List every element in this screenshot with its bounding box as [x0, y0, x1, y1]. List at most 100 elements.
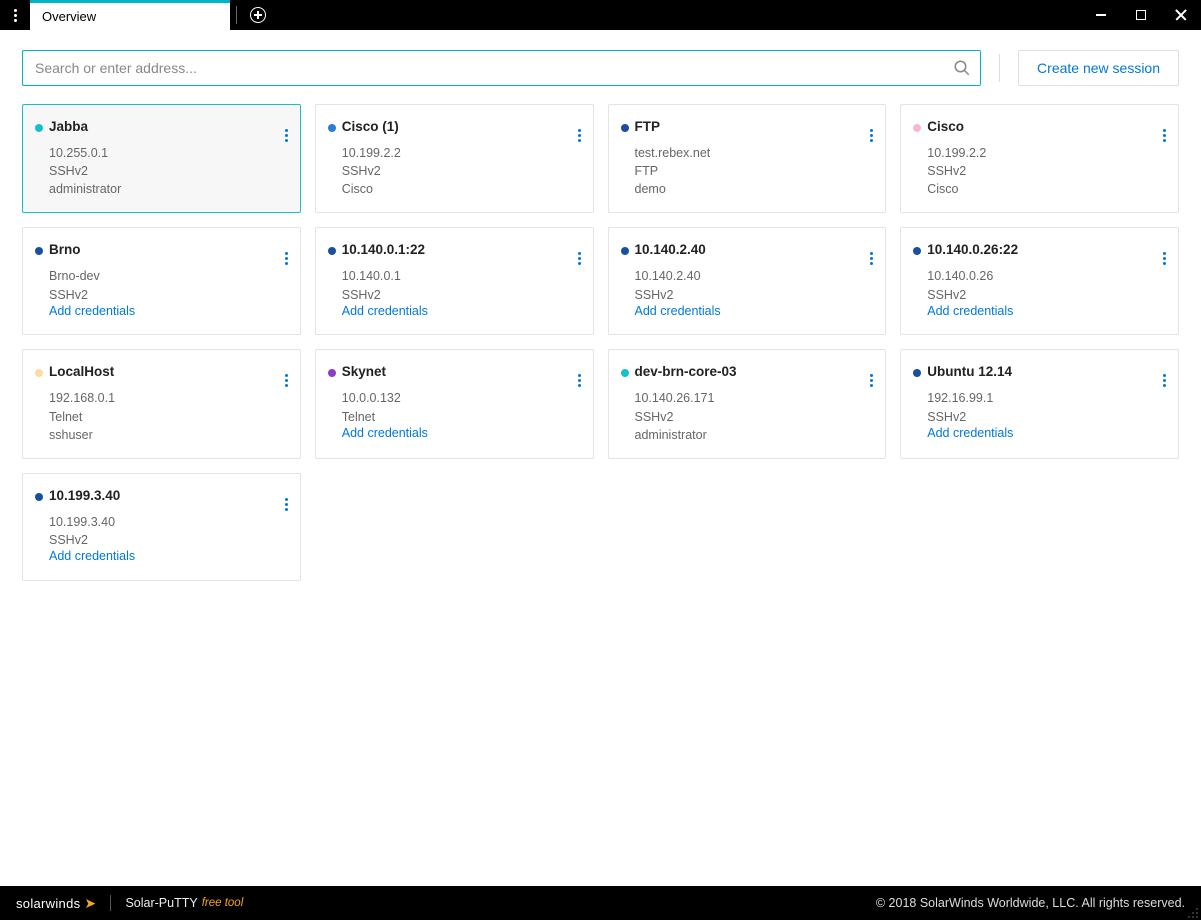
- session-grid: Jabba10.255.0.1SSHv2administratorCisco (…: [22, 104, 1179, 581]
- card-more-button[interactable]: [283, 117, 290, 144]
- session-detail-line: SSHv2: [49, 162, 284, 180]
- card-more-button[interactable]: [1161, 362, 1168, 389]
- add-credentials-link[interactable]: Add credentials: [927, 426, 1162, 440]
- close-icon: [1175, 9, 1187, 21]
- session-detail-line: 10.199.3.40: [49, 513, 284, 531]
- session-detail-line: SSHv2: [342, 286, 577, 304]
- session-detail-line: 10.199.2.2: [927, 144, 1162, 162]
- card-more-button[interactable]: [1161, 240, 1168, 267]
- session-detail-line: SSHv2: [342, 162, 577, 180]
- status-dot: [621, 247, 629, 255]
- session-detail-line: Telnet: [342, 408, 577, 426]
- create-new-session-button[interactable]: Create new session: [1018, 50, 1179, 86]
- titlebar: Overview: [0, 0, 1201, 30]
- session-detail-line: 10.140.0.1: [342, 267, 577, 285]
- status-dot: [35, 124, 43, 132]
- vertical-dots-icon: [285, 498, 288, 511]
- session-detail-line: Cisco: [927, 180, 1162, 198]
- session-card[interactable]: BrnoBrno-devSSHv2Add credentials: [22, 227, 301, 335]
- copyright-text: © 2018 SolarWinds Worldwide, LLC. All ri…: [876, 896, 1185, 910]
- close-button[interactable]: [1161, 0, 1201, 30]
- footer-separator: [110, 895, 111, 911]
- add-credentials-link[interactable]: Add credentials: [342, 426, 577, 440]
- card-more-button[interactable]: [868, 362, 875, 389]
- card-more-button[interactable]: [868, 117, 875, 144]
- search-input[interactable]: [22, 50, 981, 86]
- session-name: Skynet: [342, 364, 577, 379]
- add-tab-button[interactable]: [243, 0, 273, 30]
- session-card[interactable]: Skynet 10.0.0.132TelnetAdd credentials: [315, 349, 594, 458]
- maximize-button[interactable]: [1121, 0, 1161, 30]
- footer: solarwinds ➤ Solar-PuTTY free tool © 201…: [0, 886, 1201, 920]
- session-card[interactable]: Cisco (1)10.199.2.2SSHv2Cisco: [315, 104, 594, 213]
- session-detail-line: 10.199.2.2: [342, 144, 577, 162]
- session-card[interactable]: 10.140.0.26:2210.140.0.26SSHv2Add creden…: [900, 227, 1179, 335]
- top-row: Create new session: [22, 50, 1179, 86]
- status-dot: [913, 247, 921, 255]
- product-tag: free tool: [202, 897, 244, 909]
- status-dot: [913, 369, 921, 377]
- card-more-button[interactable]: [283, 240, 290, 267]
- status-dot: [328, 124, 336, 132]
- session-name: Ubuntu 12.14: [927, 364, 1162, 379]
- status-dot: [621, 369, 629, 377]
- session-detail-line: sshuser: [49, 426, 284, 444]
- tab-overview[interactable]: Overview: [30, 0, 230, 30]
- session-detail-line: 10.140.2.40: [635, 267, 870, 285]
- card-more-button[interactable]: [868, 240, 875, 267]
- session-detail-line: 10.255.0.1: [49, 144, 284, 162]
- add-credentials-link[interactable]: Add credentials: [49, 304, 284, 318]
- session-card[interactable]: 10.140.0.1:2210.140.0.1SSHv2Add credenti…: [315, 227, 594, 335]
- session-card[interactable]: Jabba 10.255.0.1SSHv2administrator: [22, 104, 301, 213]
- session-card[interactable]: Ubuntu 12.14192.16.99.1SSHv2Add credenti…: [900, 349, 1179, 458]
- session-card[interactable]: LocalHost192.168.0.1Telnetsshuser: [22, 349, 301, 458]
- session-card[interactable]: FTPtest.rebex.netFTPdemo: [608, 104, 887, 213]
- session-detail-line: test.rebex.net: [635, 144, 870, 162]
- session-card[interactable]: Cisco10.199.2.2SSHv2Cisco: [900, 104, 1179, 213]
- session-card[interactable]: 10.199.3.4010.199.3.40SSHv2Add credentia…: [22, 473, 301, 581]
- card-more-button[interactable]: [283, 362, 290, 389]
- add-credentials-link[interactable]: Add credentials: [49, 549, 284, 563]
- session-name: dev-brn-core-03: [635, 364, 870, 379]
- session-detail-line: SSHv2: [927, 162, 1162, 180]
- toolbar-divider: [999, 54, 1000, 82]
- session-detail-line: 10.0.0.132: [342, 389, 577, 407]
- session-detail-line: SSHv2: [635, 286, 870, 304]
- status-dot: [35, 493, 43, 501]
- session-card[interactable]: dev-brn-core-0310.140.26.171SSHv2adminis…: [608, 349, 887, 458]
- session-name: FTP: [635, 119, 870, 134]
- session-detail-line: administrator: [49, 180, 284, 198]
- add-credentials-link[interactable]: Add credentials: [927, 304, 1162, 318]
- session-detail-line: administrator: [635, 426, 870, 444]
- resize-grip[interactable]: [1187, 906, 1199, 918]
- session-name: 10.140.0.26:22: [927, 242, 1162, 257]
- session-detail-line: SSHv2: [49, 531, 284, 549]
- card-more-button[interactable]: [1161, 117, 1168, 144]
- session-detail-line: Telnet: [49, 408, 284, 426]
- minimize-button[interactable]: [1081, 0, 1121, 30]
- status-dot: [328, 369, 336, 377]
- session-detail-line: SSHv2: [927, 408, 1162, 426]
- vertical-dots-icon: [285, 374, 288, 387]
- card-more-button[interactable]: [576, 240, 583, 267]
- session-name: Jabba: [49, 119, 284, 134]
- vertical-dots-icon: [285, 252, 288, 265]
- vertical-dots-icon: [1163, 374, 1166, 387]
- session-detail-line: 10.140.0.26: [927, 267, 1162, 285]
- session-detail-line: demo: [635, 180, 870, 198]
- plus-circle-icon: [250, 7, 266, 23]
- vertical-dots-icon: [1163, 129, 1166, 142]
- app-menu-button[interactable]: [0, 0, 30, 30]
- vertical-dots-icon: [870, 129, 873, 142]
- card-more-button[interactable]: [576, 362, 583, 389]
- card-more-button[interactable]: [283, 486, 290, 513]
- add-credentials-link[interactable]: Add credentials: [635, 304, 870, 318]
- session-detail-line: Brno-dev: [49, 267, 284, 285]
- card-more-button[interactable]: [576, 117, 583, 144]
- session-card[interactable]: 10.140.2.4010.140.2.40SSHv2Add credentia…: [608, 227, 887, 335]
- session-detail-line: FTP: [635, 162, 870, 180]
- product-name: Solar-PuTTY: [125, 896, 197, 910]
- session-name: LocalHost: [49, 364, 284, 379]
- add-credentials-link[interactable]: Add credentials: [342, 304, 577, 318]
- session-name: Cisco: [927, 119, 1162, 134]
